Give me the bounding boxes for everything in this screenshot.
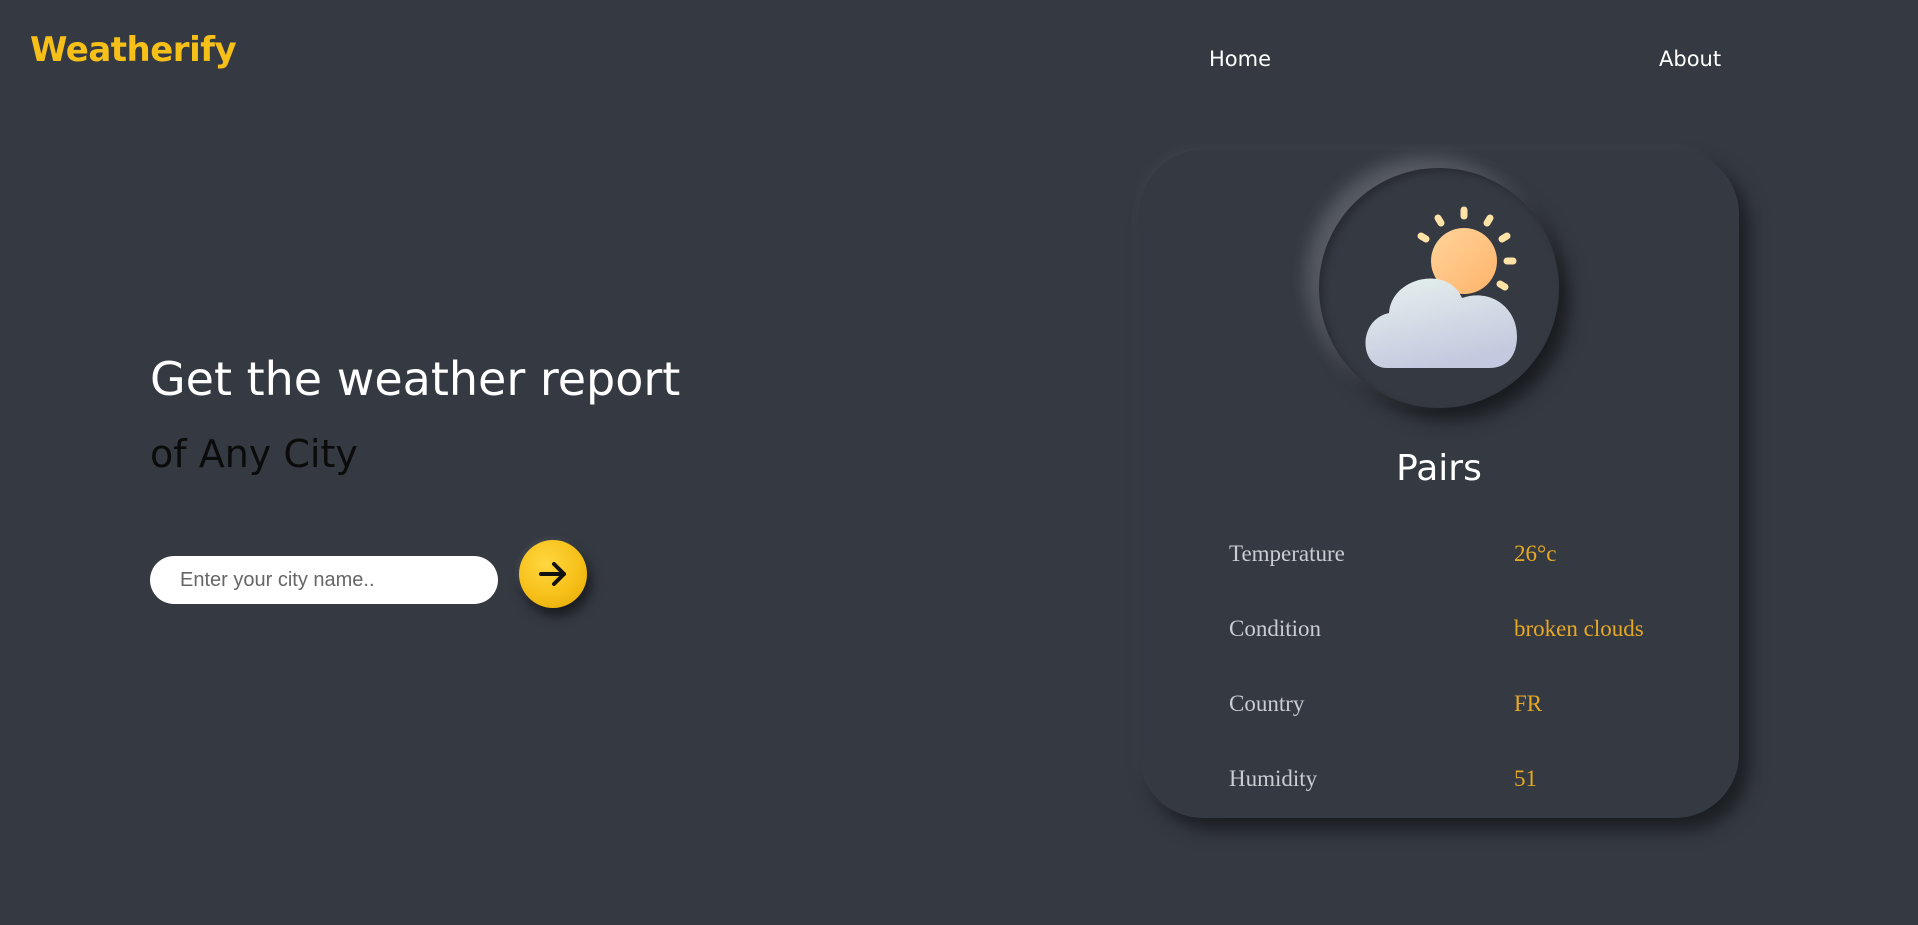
condition-label: Condition: [1229, 616, 1322, 641]
temperature-value: 26°c: [1514, 541, 1557, 566]
country-value: FR: [1514, 691, 1543, 716]
arrow-right-icon: [539, 562, 566, 586]
nav-home-link[interactable]: Home: [1209, 47, 1271, 71]
hero-subtitle: of Any City: [150, 432, 358, 476]
weather-card: Pairs Temperature 26°c Condition broken …: [1139, 150, 1739, 818]
country-label: Country: [1229, 691, 1305, 716]
condition-value: broken clouds: [1514, 616, 1644, 641]
city-search-input[interactable]: [150, 556, 498, 604]
humidity-value: 51: [1514, 766, 1537, 791]
city-name: Pairs: [1396, 448, 1482, 489]
nav-about-link[interactable]: About: [1659, 47, 1721, 71]
weather-page: Weatherify Home About Get the weather re…: [0, 0, 1918, 925]
partly-cloudy-icon: [1365, 206, 1517, 368]
hero-title: Get the weather report: [150, 352, 681, 406]
search-submit-button[interactable]: [519, 540, 587, 608]
humidity-label: Humidity: [1229, 766, 1318, 791]
weather-icon-badge: [1319, 168, 1559, 408]
temperature-label: Temperature: [1229, 541, 1345, 566]
app-logo[interactable]: Weatherify: [30, 30, 237, 70]
